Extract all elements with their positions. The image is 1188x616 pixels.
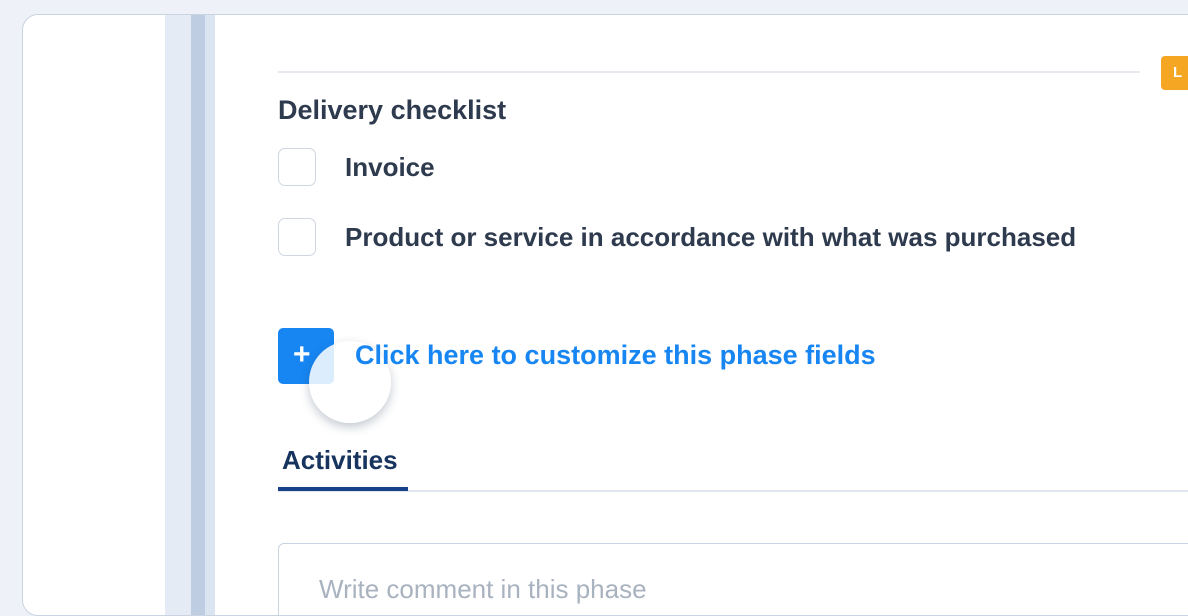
phase-tag-badge[interactable]: L	[1161, 56, 1188, 90]
checklist-item[interactable]: Product or service in accordance with wh…	[278, 217, 1076, 257]
checklist-title: Delivery checklist	[278, 95, 507, 125]
checklist-item[interactable]: Invoice	[278, 147, 435, 187]
section-divider	[278, 71, 1140, 73]
card-panel: L Delivery checklist Invoice Product or …	[22, 14, 1188, 616]
tabs-divider	[278, 490, 1188, 492]
checklist-item-label: Invoice	[345, 151, 435, 182]
comment-input[interactable]	[278, 543, 1188, 615]
customize-fields-link[interactable]: Click here to customize this phase field…	[355, 340, 876, 371]
checkbox-product-service[interactable]	[278, 218, 316, 256]
phase-side-bar-light	[205, 15, 215, 615]
plus-icon: +	[293, 338, 311, 371]
phase-side-bar	[191, 15, 205, 615]
left-gutter	[165, 15, 191, 615]
checklist-item-label: Product or service in accordance with wh…	[345, 221, 1077, 252]
tab-activities[interactable]: Activities	[282, 445, 398, 476]
active-tab-indicator	[278, 487, 408, 491]
checkbox-invoice[interactable]	[278, 148, 316, 186]
